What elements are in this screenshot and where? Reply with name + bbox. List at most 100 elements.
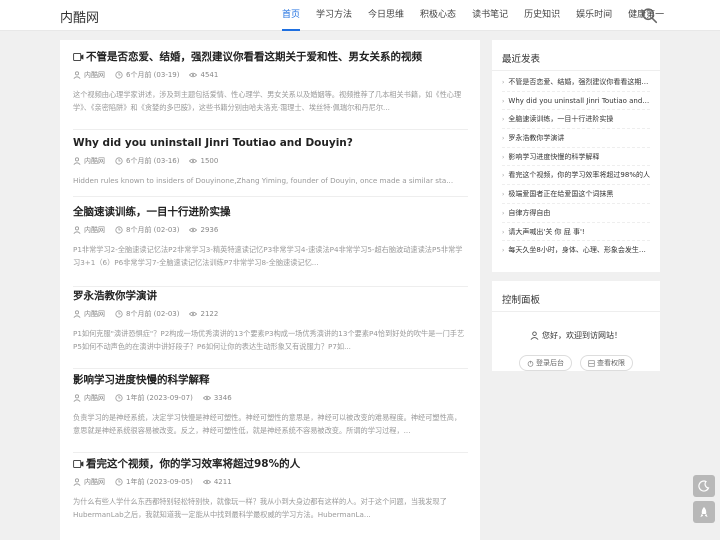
eye-icon [189,311,198,317]
clock-icon [115,310,123,318]
rocket-icon [700,507,708,518]
eye-icon [189,158,198,164]
chevron-right-icon: › [502,153,505,161]
eye-icon [189,72,198,78]
post-excerpt: 为什么有些人学什么东西都特别轻松特别快，就像玩一样？我从小到大身边都有这样的人。… [73,497,447,519]
post-title-link[interactable]: 影响学习进度快慢的科学解释 [73,373,468,387]
recent-posts-title: 最近发表 [492,40,660,71]
eye-icon [189,227,198,233]
post-views: 3346 [213,394,232,402]
post-author[interactable]: 内酷网 [84,309,105,319]
post-views: 4541 [200,71,219,79]
chevron-right-icon: › [502,172,505,180]
post-time: 1年前 (2023-09-05) [126,478,193,486]
eye-icon [202,479,211,485]
post-excerpt: 负责学习的是神经系统，决定学习快慢是神经可塑性。神经可塑性的意思是，神经可以被改… [73,413,462,435]
list-item: 不管是否恋爱、结婚，强烈建议你看看这期关于爱和性、男女关系的视频 内酷网 6个月… [73,50,468,130]
article-list: 不管是否恋爱、结婚，强烈建议你看看这期关于爱和性、男女关系的视频 内酷网 6个月… [60,40,480,540]
post-meta: 内酷网 1年前 (2023-09-07) 3346 [73,393,468,403]
nav-item-positive-mindset[interactable]: 积极心态 [412,0,464,31]
post-title-text: Why did you uninstall Jinri Toutiao and … [73,137,353,149]
recent-post-link[interactable]: › 请大声喊出'关 你 屁 事'! [502,223,650,242]
recent-post-link[interactable]: › 看完这个视频，你的学习效率将超过98%的人 [502,166,650,186]
nav-item-study-methods[interactable]: 学习方法 [308,0,360,31]
post-views: 2122 [200,310,219,318]
post-excerpt: 这个视频由心理学家讲述，涉及到主题包括爱情、性心理学、男女关系以及婚姻等。视频推… [73,90,462,112]
post-author[interactable]: 内酷网 [84,393,105,403]
recent-post-link[interactable]: › 影响学习进度快慢的科学解释 [502,148,650,167]
nav-item-reading-notes[interactable]: 读书笔记 [464,0,516,31]
post-meta: 内酷网 8个月前 (02-03) 2936 [73,225,468,235]
chevron-right-icon: › [502,116,505,124]
post-time: 6个月前 (03-19) [126,71,180,79]
welcome-message: 您好，欢迎到访网站！ [492,330,660,341]
back-to-top-button[interactable] [693,501,715,523]
main-nav: 首页 学习方法 今日思维 积极心态 读书笔记 历史知识 娱乐时间 健康第一 [274,0,672,31]
post-author[interactable]: 内酷网 [84,70,105,80]
post-title-text: 全脑速读训练，一目十行进阶实操 [73,206,231,218]
chevron-right-icon: › [502,209,505,217]
site-logo[interactable]: 内酷网 [60,7,99,26]
post-excerpt: P1非常学习2-全脑速读记忆法P2非常学习3-精英特速读记忆P3非常学习4-速读… [73,245,463,267]
login-button[interactable]: 登录后台 [519,355,572,371]
recent-posts-list: ›不管是否恋爱、结婚，强烈建议你看看这期关于爱和性、男女关系的视频 ›Why d… [492,71,660,260]
chevron-right-icon: › [502,247,505,255]
control-panel-title: 控制面板 [492,281,660,312]
clock-icon [115,478,123,486]
user-icon [73,478,81,486]
clock-icon [115,71,123,79]
recent-post-link[interactable]: ›每天久坐8小时，身体、心理、形象会发生什么变化 [502,241,650,260]
nav-item-entertainment[interactable]: 娱乐时间 [568,0,620,31]
post-excerpt: Hidden rules known to insiders of Douyin… [73,176,454,185]
nav-item-home[interactable]: 首页 [274,0,308,31]
control-panel: 控制面板 您好，欢迎到访网站！ 登录后台 查看权限 [492,281,660,371]
post-author[interactable]: 内酷网 [84,156,105,166]
post-author[interactable]: 内酷网 [84,225,105,235]
list-item: 罗永浩教你学演讲 内酷网 8个月前 (02-03) 2122 P1如何克服"演讲… [73,289,468,369]
post-time: 8个月前 (02-03) [126,310,180,318]
chevron-right-icon: › [502,79,505,86]
user-icon [530,331,539,340]
eye-icon [202,395,211,401]
list-item: 看完这个视频，你的学习效率将超过98%的人 内酷网 1年前 (2023-09-0… [73,457,468,539]
post-title-link[interactable]: Why did you uninstall Jinri Toutiao and … [73,136,468,150]
post-title-text: 不管是否恋爱、结婚，强烈建议你看看这期关于爱和性、男女关系的视频 [86,51,422,63]
post-title-link[interactable]: 罗永浩教你学演讲 [73,289,468,303]
post-title-text: 罗永浩教你学演讲 [73,290,157,302]
nav-item-today-thinking[interactable]: 今日思维 [360,0,412,31]
chevron-right-icon: › [502,135,505,143]
dark-mode-button[interactable] [693,475,715,497]
recent-post-link[interactable]: › 罗永浩教你学演讲 [502,129,650,148]
power-icon [527,360,534,367]
post-excerpt: P1如何克服"演讲恐惧症"？P2构成一场优秀演讲的13个要素P3构成一场优秀演讲… [73,329,465,351]
user-icon [73,157,81,165]
list-item: Why did you uninstall Jinri Toutiao and … [73,136,468,197]
post-title-link[interactable]: 不管是否恋爱、结婚，强烈建议你看看这期关于爱和性、男女关系的视频 [73,50,468,64]
post-title-link[interactable]: 看完这个视频，你的学习效率将超过98%的人 [73,457,468,471]
list-item: 影响学习进度快慢的科学解释 内酷网 1年前 (2023-09-07) 3346 … [73,373,468,453]
recent-post-link[interactable]: › 全脑速读训练，一目十行进阶实操 [502,110,650,130]
post-time: 8个月前 (02-03) [126,226,180,234]
user-icon [73,394,81,402]
clock-icon [115,394,123,402]
post-meta: 内酷网 6个月前 (03-16) 1500 [73,156,468,166]
top-header: 内酷网 首页 学习方法 今日思维 积极心态 读书笔记 历史知识 娱乐时间 健康第… [0,0,720,31]
post-meta: 内酷网 8个月前 (02-03) 2122 [73,309,468,319]
post-views: 1500 [200,157,219,165]
recent-post-link[interactable]: › Why did you uninstall Jinri Toutiao and… [502,92,650,111]
search-icon[interactable] [641,7,658,24]
nav-item-history[interactable]: 历史知识 [516,0,568,31]
post-author[interactable]: 内酷网 [84,477,105,487]
chevron-right-icon: › [502,228,505,236]
recent-post-link[interactable]: ›不管是否恋爱、结婚，强烈建议你看看这期关于爱和性、男女关系的视频 [502,73,650,92]
post-title-link[interactable]: 全脑速读训练，一目十行进阶实操 [73,205,468,219]
post-time: 1年前 (2023-09-07) [126,394,193,402]
clock-icon [115,226,123,234]
recent-post-link[interactable]: › 极端爱国者正在给爱国这个词抹黑 [502,185,650,204]
view-permissions-button[interactable]: 查看权限 [580,355,633,371]
recent-post-link[interactable]: › 自律方得自由 [502,204,650,223]
post-views: 2936 [200,226,219,234]
clock-icon [115,157,123,165]
grid-icon [588,359,595,367]
post-title-text: 看完这个视频，你的学习效率将超过98%的人 [86,458,301,470]
